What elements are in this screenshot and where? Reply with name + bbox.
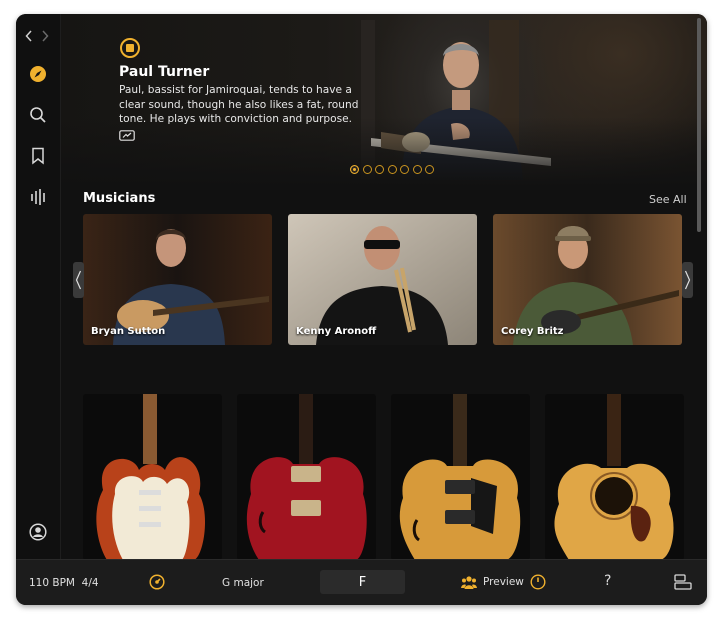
carousel-dot[interactable] <box>400 165 409 174</box>
back-icon[interactable] <box>25 27 33 46</box>
main-content: Paul Turner Paul, bassist for Jamiroquai… <box>61 14 707 559</box>
preview-button[interactable]: Preview <box>461 574 546 590</box>
see-all-link[interactable]: See All <box>649 193 687 206</box>
stop-icon <box>126 44 134 52</box>
carousel-dot[interactable] <box>362 165 372 174</box>
musician-name: Corey Britz <box>501 326 564 337</box>
carousel-dot[interactable] <box>375 165 384 174</box>
time-signature: 4/4 <box>81 577 99 589</box>
app-window: Paul Turner Paul, bassist for Jamiroquai… <box>16 14 707 605</box>
guitar-card[interactable] <box>83 394 222 559</box>
carousel-dot[interactable] <box>412 165 422 174</box>
hero-description: Paul, bassist for Jamiroquai, tends to h… <box>119 84 359 125</box>
guitar-card[interactable] <box>545 394 684 559</box>
bottom-toolbar: 110 BPM 4/4 G major F Preview ? <box>16 559 707 605</box>
search-icon[interactable] <box>28 105 48 125</box>
tuner-icon[interactable] <box>149 574 165 594</box>
guitar-image-acoustic <box>554 394 674 559</box>
carousel-dots <box>350 165 434 174</box>
carousel-dot[interactable] <box>350 165 359 174</box>
musician-name: Kenny Aronoff <box>296 326 377 337</box>
lesson-badge-icon[interactable] <box>119 126 135 145</box>
musician-card[interactable]: Kenny Aronoff <box>288 214 477 345</box>
musician-name: Bryan Sutton <box>91 326 166 337</box>
equalizer-icon[interactable] <box>28 187 48 207</box>
guitar-card[interactable] <box>237 394 376 559</box>
group-icon <box>461 575 477 589</box>
scrollbar[interactable] <box>697 18 701 232</box>
stop-button[interactable] <box>120 38 140 58</box>
carousel-next-button[interactable] <box>682 262 693 298</box>
timer-icon <box>530 574 546 590</box>
musician-card[interactable]: Bryan Sutton <box>83 214 272 345</box>
musician-card[interactable]: Corey Britz <box>493 214 682 345</box>
chord-display[interactable]: F <box>320 570 405 594</box>
help-button[interactable]: ? <box>604 573 611 589</box>
sidebar <box>16 14 61 559</box>
account-icon[interactable] <box>28 522 48 542</box>
preview-label: Preview <box>483 576 524 588</box>
carousel-dot[interactable] <box>387 165 397 174</box>
bookmark-icon[interactable] <box>28 146 48 166</box>
bpm-value: 110 BPM <box>29 577 75 589</box>
carousel-prev-button[interactable] <box>73 262 84 298</box>
guitar-image-archtop <box>399 394 521 559</box>
hero-banner[interactable]: Paul Turner Paul, bassist for Jamiroquai… <box>61 14 707 186</box>
chevron-right-icon <box>684 270 691 290</box>
carousel-dot[interactable] <box>425 165 434 174</box>
forward-icon[interactable] <box>41 27 49 46</box>
section-title-musicians: Musicians <box>83 191 156 206</box>
guitar-image-stratocaster <box>96 394 205 559</box>
chevron-left-icon <box>75 270 82 290</box>
layout-toggle-icon[interactable] <box>674 574 692 594</box>
key-selector[interactable]: G major <box>222 577 264 589</box>
guitar-card[interactable] <box>391 394 530 559</box>
tempo-display[interactable]: 110 BPM 4/4 <box>29 577 99 589</box>
compass-icon[interactable] <box>28 64 48 84</box>
guitar-image-semi-hollow <box>246 394 367 559</box>
hero-title: Paul Turner <box>119 64 210 80</box>
